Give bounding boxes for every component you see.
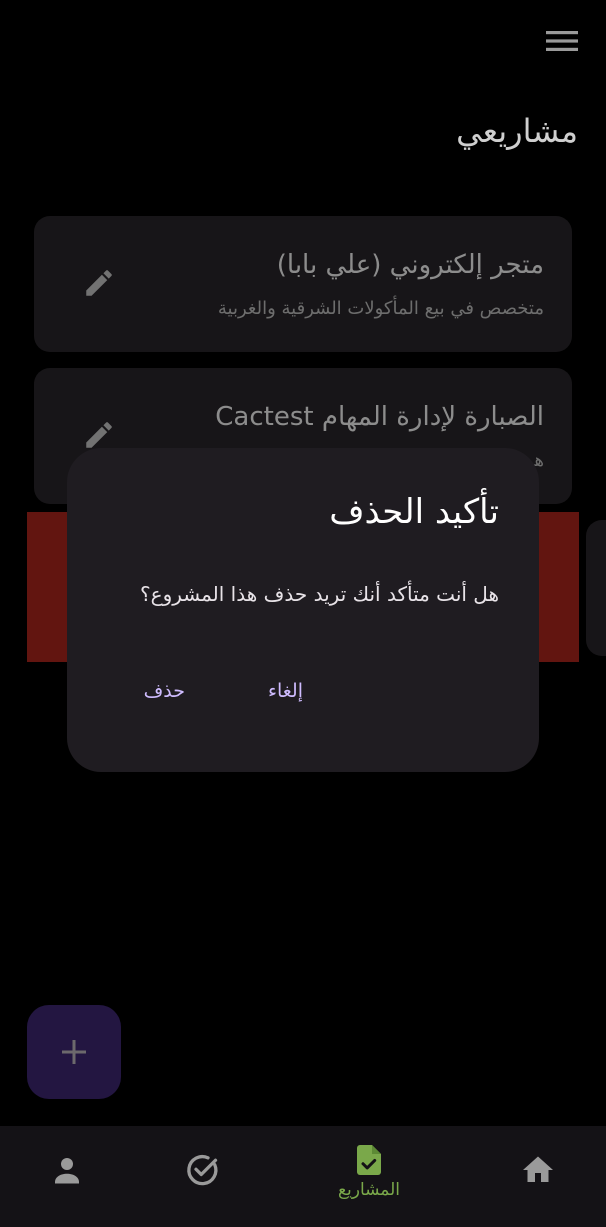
nav-tasks[interactable]: [142, 1126, 262, 1227]
confirm-delete-dialog: تأكيد الحذف هل أنت متأكد أنك تريد حذف هذ…: [67, 448, 539, 772]
dialog-message: هل أنت متأكد أنك تريد حذف هذا المشروع؟: [140, 582, 499, 606]
home-icon: [523, 1156, 553, 1182]
edit-icon[interactable]: [82, 418, 116, 452]
edit-icon[interactable]: [82, 266, 116, 300]
delete-button[interactable]: حذف: [136, 674, 193, 708]
plus-icon: [62, 1040, 86, 1064]
project-card[interactable]: متجر إلكتروني (علي بابا) متخصص في بيع ال…: [34, 216, 572, 352]
swiped-project-card[interactable]: [586, 520, 606, 656]
document-check-icon: [357, 1145, 381, 1175]
project-subtitle: متخصص في بيع المأكولات الشرقية والغربية: [217, 298, 544, 319]
nav-profile[interactable]: [7, 1126, 127, 1227]
project-title: متجر إلكتروني (علي بابا): [276, 250, 544, 280]
project-title: الصبارة لإدارة المهام Cactest: [215, 402, 544, 432]
check-circle-icon: [187, 1154, 218, 1186]
nav-projects[interactable]: المشاريع: [309, 1126, 429, 1227]
add-project-button[interactable]: [27, 1005, 121, 1099]
cancel-button[interactable]: إلغاء: [260, 674, 311, 708]
nav-projects-label: المشاريع: [337, 1180, 401, 1200]
person-icon: [55, 1158, 79, 1184]
dialog-title: تأكيد الحذف: [329, 492, 499, 532]
nav-home[interactable]: [478, 1126, 598, 1227]
bottom-navigation: المشاريع: [0, 1126, 606, 1227]
